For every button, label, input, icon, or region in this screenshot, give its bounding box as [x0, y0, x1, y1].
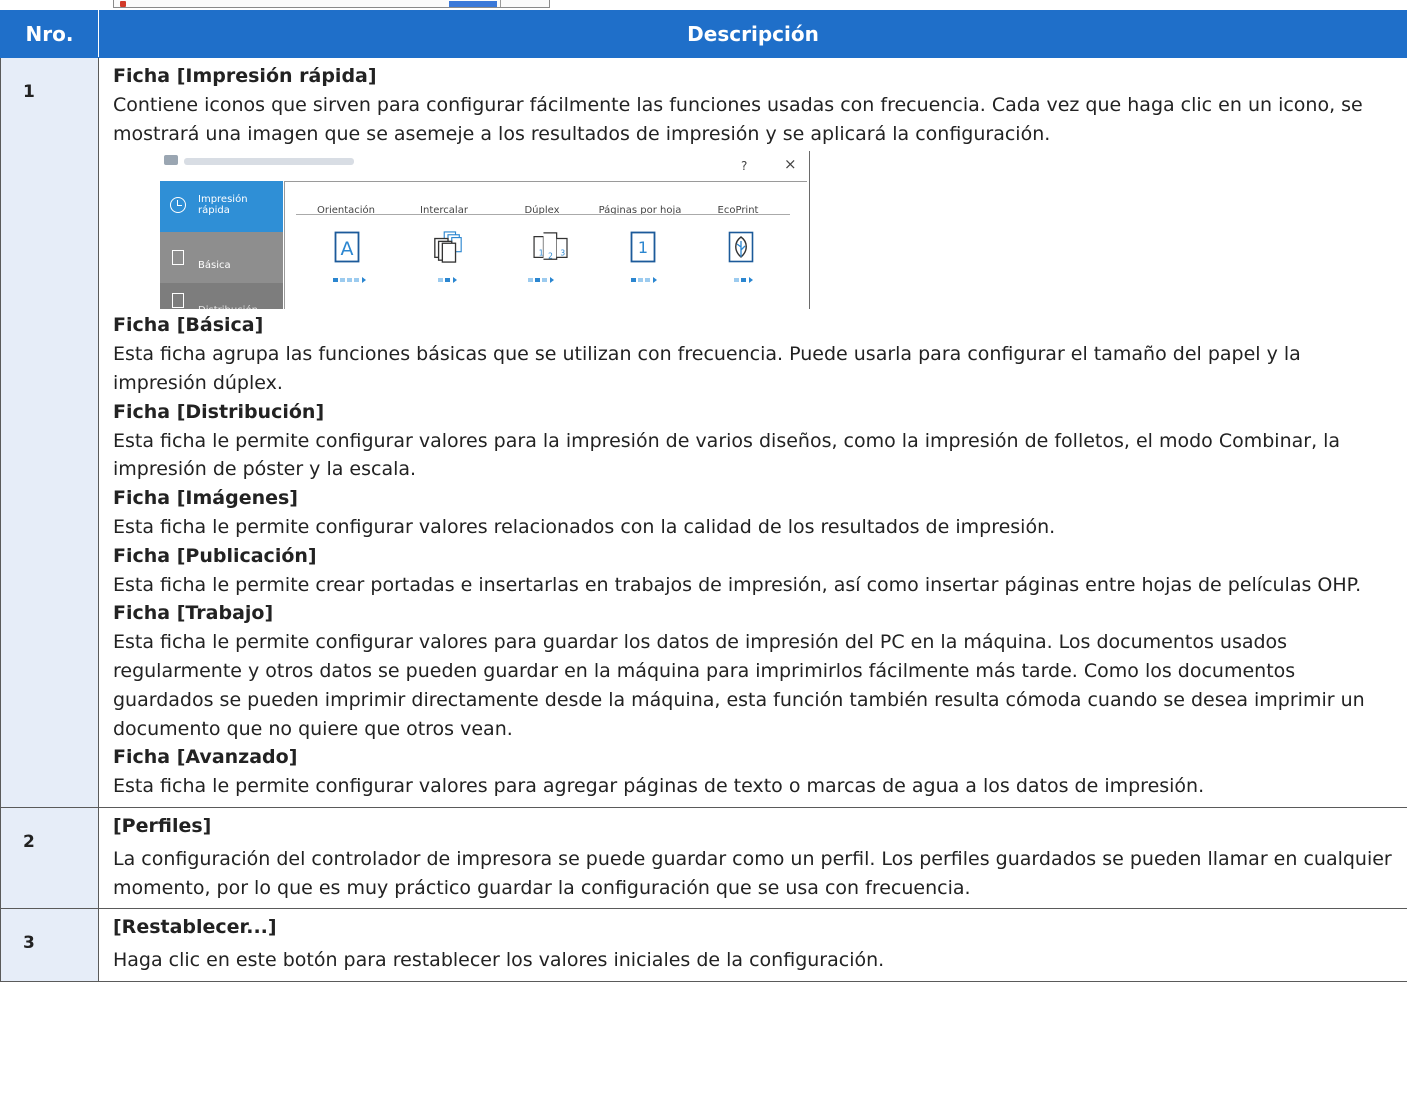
- highlight-bar: [449, 1, 497, 7]
- tab-label: Impresión rápida: [198, 194, 248, 217]
- column-duplex-label: Dúplex: [524, 205, 560, 217]
- advanced-text: Esta ficha le permite configurar valores…: [113, 775, 1205, 798]
- svg-text:3: 3: [560, 249, 565, 258]
- svg-text:1: 1: [638, 238, 648, 257]
- publishing-heading: Ficha [Publicación]: [113, 544, 317, 567]
- divider: [500, 0, 501, 7]
- list-icon: [172, 250, 184, 266]
- profiles-heading: [Perfiles]: [113, 814, 212, 837]
- table-row: 2 [Perfiles] La configuración del contro…: [0, 806, 1407, 910]
- profiles-text: La configuración del controlador de impr…: [113, 847, 1392, 899]
- printer-icon: [164, 155, 178, 166]
- layout-heading: Ficha [Distribución]: [113, 400, 325, 423]
- imaging-heading: Ficha [Imágenes]: [113, 487, 298, 510]
- collate-icon[interactable]: [432, 231, 464, 264]
- cropped-window-fragment: [113, 0, 550, 8]
- layout-icon: [172, 293, 184, 309]
- tab-label: Básica: [198, 260, 231, 272]
- layout-text: Esta ficha le permite configurar valores…: [113, 429, 1341, 481]
- leaf-icon[interactable]: [728, 231, 754, 263]
- help-button[interactable]: ?: [741, 152, 747, 181]
- header-description: Descripción: [98, 10, 1407, 58]
- row-number: 3: [0, 908, 99, 982]
- publishing-text: Esta ficha le permite crear portadas e i…: [113, 573, 1362, 596]
- column-orientation-label: Orientación: [316, 205, 376, 217]
- row-description: [Perfiles] La configuración del controla…: [98, 806, 1407, 910]
- header-number: Nro.: [0, 10, 99, 58]
- close-button[interactable]: ×: [784, 151, 797, 179]
- collate-dots: [438, 277, 457, 284]
- clock-icon: [170, 197, 186, 214]
- quickprint-heading: Ficha [Impresión rápida]: [113, 65, 377, 87]
- basic-heading: Ficha [Básica]: [113, 314, 264, 337]
- row-description: Ficha [Impresión rápida] Contiene iconos…: [98, 57, 1407, 808]
- description-table: Nro. Descripción 1 Ficha [Impresión rápi…: [0, 10, 1407, 982]
- basic-text: Esta ficha agrupa las funciones básicas …: [113, 343, 1301, 394]
- pages-per-sheet-dots: [631, 277, 657, 284]
- tab-basic[interactable]: Básica: [160, 233, 283, 284]
- duplex-dots: [528, 277, 554, 284]
- dialog-edge: [809, 151, 810, 310]
- column-ecoprint-label: EcoPrint: [717, 205, 759, 217]
- reset-heading: [Restablecer...]: [113, 916, 277, 939]
- driver-dialog-screenshot: ? × Impresión rápida Básica Distribuc: [156, 151, 812, 310]
- dialog-title-blurred: [184, 158, 354, 166]
- reset-text: Haga clic en este botón para restablecer…: [113, 949, 885, 972]
- tab-label: Distribución: [198, 297, 258, 309]
- job-text: Esta ficha le permite configurar valores…: [113, 631, 1365, 740]
- tab-quick-print[interactable]: Impresión rápida: [160, 181, 283, 233]
- column-underline: [296, 214, 790, 216]
- row-description: [Restablecer...] Haga clic en este botón…: [98, 908, 1407, 982]
- pages-per-sheet-icon[interactable]: 1: [630, 231, 656, 263]
- orientation-dots: [333, 277, 366, 284]
- svg-text:2: 2: [548, 252, 553, 261]
- table-row: 3 [Restablecer...] Haga clic en este bot…: [0, 908, 1407, 982]
- imaging-text: Esta ficha le permite configurar valores…: [113, 515, 1056, 538]
- advanced-heading: Ficha [Avanzado]: [113, 746, 298, 769]
- column-collate-label: Intercalar: [420, 205, 468, 217]
- table-header-row: Nro. Descripción: [0, 10, 1407, 58]
- row-number: 1: [0, 57, 99, 808]
- quickprint-text: Contiene iconos que sirven para configur…: [113, 93, 1363, 145]
- svg-text:1: 1: [539, 249, 544, 258]
- column-pages-per-sheet-label: Páginas por hoja: [598, 205, 682, 217]
- duplex-icon[interactable]: 1 2 3: [530, 231, 572, 263]
- job-heading: Ficha [Trabajo]: [113, 602, 274, 625]
- ecoprint-dots: [734, 277, 753, 284]
- tab-layout[interactable]: Distribución: [160, 283, 283, 310]
- table-row: 1 Ficha [Impresión rápida] Contiene icon…: [0, 57, 1407, 808]
- orientation-icon[interactable]: A: [334, 231, 360, 263]
- app-icon: [120, 1, 126, 7]
- svg-text:A: A: [341, 238, 354, 260]
- row-number: 2: [0, 806, 99, 910]
